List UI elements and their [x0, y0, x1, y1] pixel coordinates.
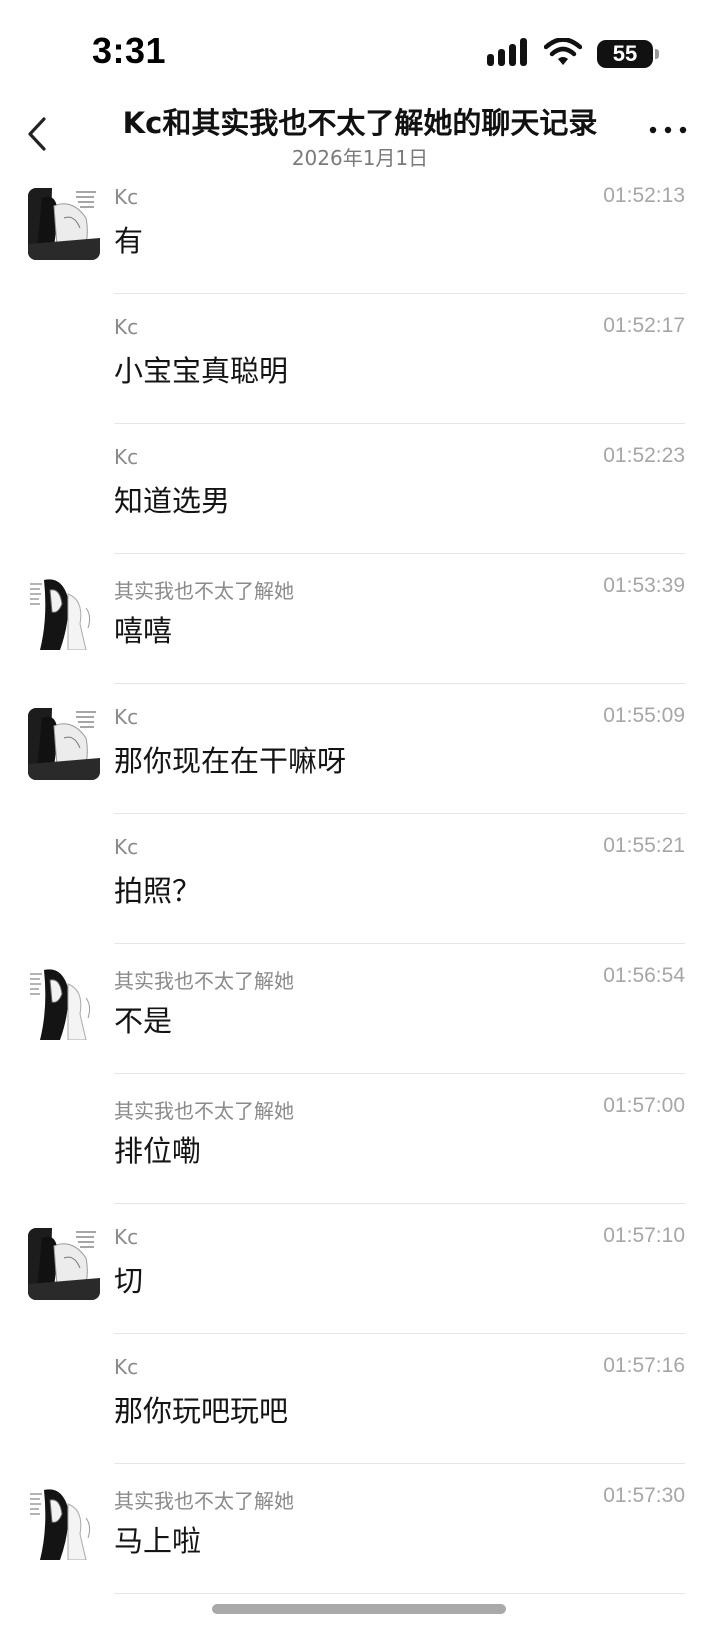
avatar-image	[28, 1228, 100, 1300]
sender-name: Kc	[114, 315, 139, 339]
message-item[interactable]: Kc 01:55:09 那你现在在干嘛呀	[0, 700, 720, 830]
divider	[114, 293, 685, 294]
message-item[interactable]: Kc 01:52:23 知道选男	[0, 440, 720, 570]
message-text: 拍照？	[114, 874, 202, 908]
message-timestamp: 01:55:09	[603, 704, 685, 727]
sender-name: 其实我也不太了解她	[114, 579, 294, 603]
page-title: Kc和其实我也不太了解她的聊天记录	[122, 106, 598, 140]
home-indicator[interactable]	[212, 1604, 506, 1614]
battery-indicator: 55	[597, 40, 653, 68]
message-timestamp: 01:55:21	[603, 834, 685, 857]
message-text: 马上啦	[114, 1524, 202, 1558]
divider	[114, 1203, 685, 1204]
battery-tip	[655, 49, 659, 59]
avatar-image	[28, 1488, 100, 1560]
avatar[interactable]	[28, 968, 100, 1040]
divider	[114, 1073, 685, 1074]
chat-history-header: Kc和其实我也不太了解她的聊天记录 2026年1月1日	[0, 96, 720, 176]
message-timestamp: 01:52:23	[603, 444, 685, 467]
avatar-image	[28, 188, 100, 260]
sender-name: 其实我也不太了解她	[114, 1099, 294, 1123]
divider	[114, 423, 685, 424]
avatar[interactable]	[28, 1228, 100, 1300]
message-timestamp: 01:56:54	[603, 964, 685, 987]
message-text: 不是	[114, 1004, 173, 1038]
message-item[interactable]: 其实我也不太了解她 01:57:00 排位嘞	[0, 1090, 720, 1220]
status-time: 3:31	[92, 30, 167, 71]
message-item[interactable]: Kc 01:52:13 有	[0, 180, 720, 310]
sender-name: Kc	[114, 445, 139, 469]
sender-name: 其实我也不太了解她	[114, 969, 294, 993]
more-horizontal-icon[interactable]	[648, 122, 688, 138]
message-text: 小宝宝真聪明	[114, 354, 289, 388]
message-item[interactable]: Kc 01:57:10 切	[0, 1220, 720, 1350]
avatar[interactable]	[28, 188, 100, 260]
message-text: 嘻嘻	[114, 614, 173, 648]
avatar-image	[28, 578, 100, 650]
cellular-signal-icon	[487, 38, 527, 66]
divider	[114, 1463, 685, 1464]
message-timestamp: 01:57:00	[603, 1094, 685, 1117]
message-text: 排位嘞	[114, 1134, 202, 1168]
status-bar: 3:31 55	[0, 0, 720, 100]
divider	[114, 683, 685, 684]
message-item[interactable]: 其实我也不太了解她 01:53:39 嘻嘻	[0, 570, 720, 700]
message-timestamp: 01:53:39	[603, 574, 685, 597]
message-timestamp: 01:57:16	[603, 1354, 685, 1377]
sender-name: Kc	[114, 1355, 139, 1379]
sender-name: Kc	[114, 1225, 139, 1249]
message-timestamp: 01:57:30	[603, 1484, 685, 1507]
avatar[interactable]	[28, 708, 100, 780]
message-text: 有	[114, 224, 144, 258]
sender-name: Kc	[114, 705, 139, 729]
chevron-left-icon[interactable]	[22, 114, 52, 154]
message-list: Kc 01:52:13 有 Kc 01:52:17 小宝宝真聪明 Kc 01:52:23 知道选…	[0, 180, 720, 1610]
divider	[114, 1333, 685, 1334]
message-item[interactable]: 其实我也不太了解她 01:57:30 马上啦	[0, 1480, 720, 1610]
message-item[interactable]: Kc 01:57:16 那你玩吧玩吧	[0, 1350, 720, 1480]
divider	[114, 1593, 685, 1594]
sender-name: Kc	[114, 835, 139, 859]
message-timestamp: 01:52:13	[603, 184, 685, 207]
message-text: 那你现在在干嘛呀	[114, 744, 347, 778]
message-text: 知道选男	[114, 484, 231, 518]
avatar-image	[28, 968, 100, 1040]
message-item[interactable]: Kc 01:55:21 拍照？	[0, 830, 720, 960]
sender-name: 其实我也不太了解她	[114, 1489, 294, 1513]
avatar[interactable]	[28, 578, 100, 650]
avatar[interactable]	[28, 1488, 100, 1560]
divider	[114, 813, 685, 814]
divider	[114, 553, 685, 554]
divider	[114, 943, 685, 944]
message-item[interactable]: 其实我也不太了解她 01:56:54 不是	[0, 960, 720, 1090]
message-text: 那你玩吧玩吧	[114, 1394, 289, 1428]
wifi-icon	[544, 38, 582, 65]
message-timestamp: 01:52:17	[603, 314, 685, 337]
message-text: 切	[114, 1264, 144, 1298]
sender-name: Kc	[114, 185, 139, 209]
chat-date: 2026年1月1日	[291, 146, 429, 170]
message-timestamp: 01:57:10	[603, 1224, 685, 1247]
message-item[interactable]: Kc 01:52:17 小宝宝真聪明	[0, 310, 720, 440]
avatar-image	[28, 708, 100, 780]
